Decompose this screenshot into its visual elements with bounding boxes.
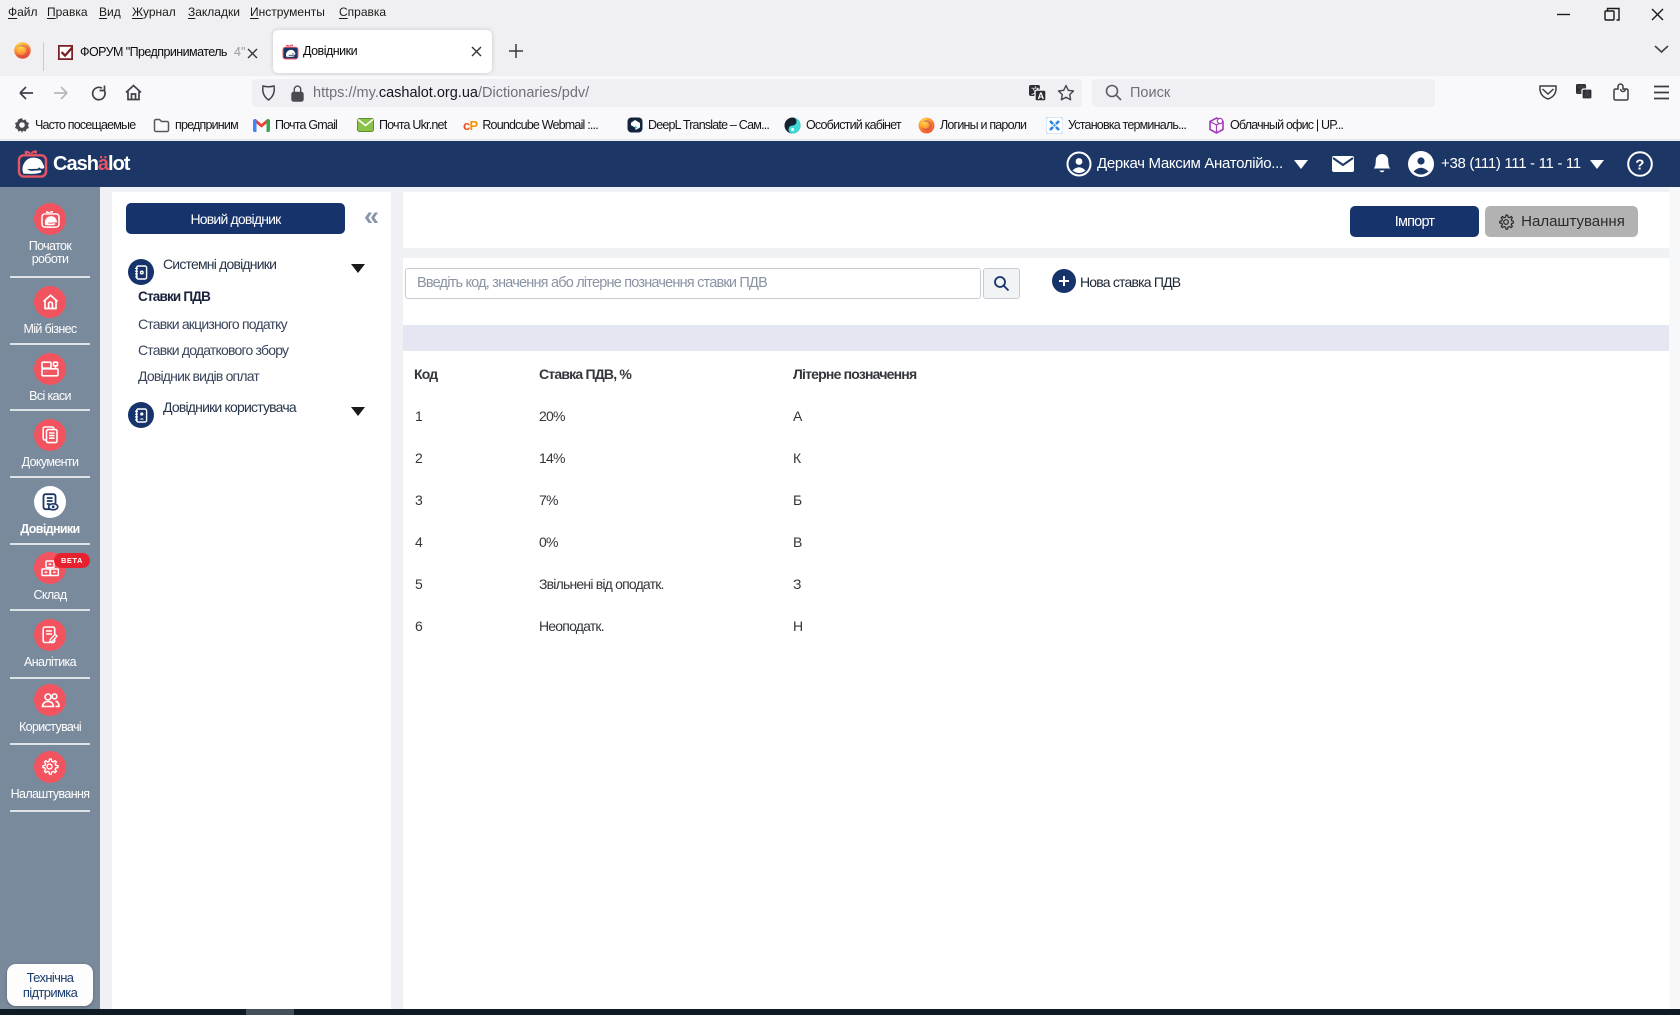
svg-text:A: A [1038,91,1045,101]
svg-text:A: A [1584,90,1590,99]
svg-text:?: ? [1635,157,1644,174]
